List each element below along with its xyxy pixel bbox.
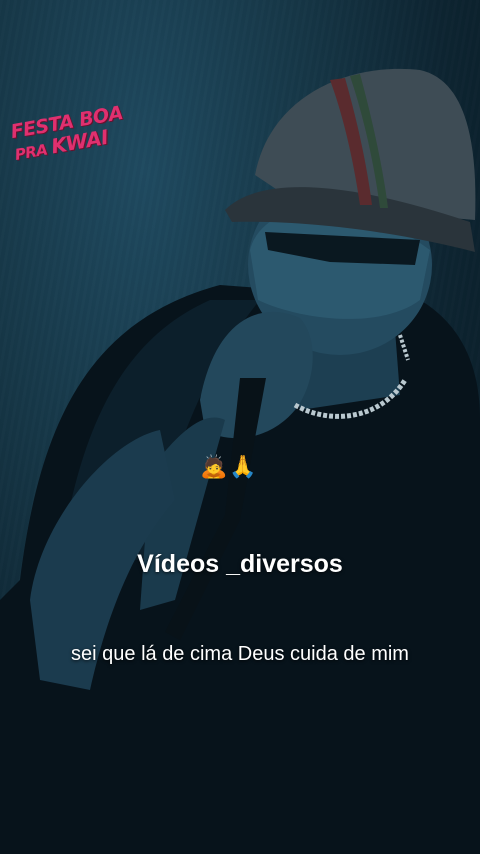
logo-line2-small: PRA	[13, 140, 49, 164]
subtitle-caption: sei que lá de cima Deus cuida de mim	[71, 643, 409, 665]
watermark-text: Vídeos _diversos	[137, 550, 343, 578]
video-frame[interactable]: FESTA BOA PRA KWAI 🙇🙏 Vídeos _diversos s…	[0, 0, 480, 854]
emoji-stickers: 🙇🙏	[200, 454, 259, 479]
